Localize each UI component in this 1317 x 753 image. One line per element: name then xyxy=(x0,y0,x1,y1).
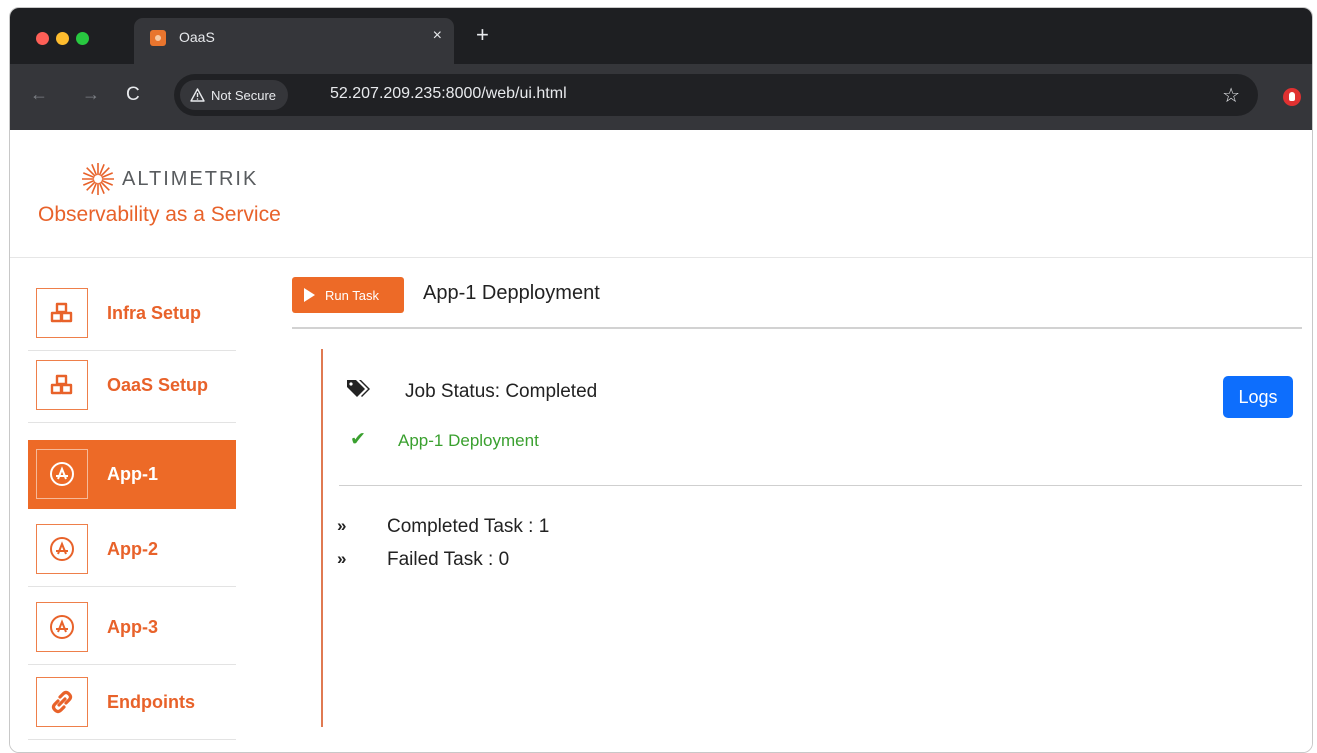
status-panel-border xyxy=(321,349,323,727)
sidebar-item-endpoints[interactable]: Endpoints xyxy=(28,668,236,740)
bookmark-star-icon[interactable]: ☆ xyxy=(1222,83,1240,108)
check-icon: ✔ xyxy=(350,429,366,450)
header-divider xyxy=(10,257,1312,258)
browser-tab[interactable]: OaaS × xyxy=(134,18,454,64)
address-bar[interactable]: Not Secure 52.207.209.235:8000/web/ui.ht… xyxy=(174,74,1258,116)
tab-strip: OaaS × + xyxy=(10,8,1312,64)
tab-close-button[interactable]: × xyxy=(433,27,442,45)
completed-task-count: Completed Task : 1 xyxy=(387,516,550,537)
tags-icon xyxy=(347,380,370,397)
app-store-icon xyxy=(36,602,88,652)
sidebar-item-label: App-3 xyxy=(107,617,158,637)
close-window-button[interactable] xyxy=(36,32,49,45)
security-label: Not Secure xyxy=(211,87,277,103)
run-task-label: Run Task xyxy=(325,287,379,303)
failed-task-count: Failed Task : 0 xyxy=(387,549,510,570)
cubes-icon xyxy=(36,288,88,338)
browser-toolbar: ← → C Not Secure 52.207.209.235:8000/web… xyxy=(10,64,1312,130)
app-store-icon xyxy=(36,449,88,499)
brand: ALTIMETRIK xyxy=(80,161,258,197)
sidebar-item-app-3[interactable]: App-3 xyxy=(28,593,236,665)
sidebar-item-label: OaaS Setup xyxy=(107,375,209,395)
double-chevron-right-icon: » xyxy=(337,516,347,535)
sidebar-item-oaas-setup[interactable]: OaaS Setup xyxy=(28,351,236,423)
page-content: ALTIMETRIK Observability as a Service In… xyxy=(10,130,1312,752)
job-status-text: Job Status: Completed xyxy=(405,381,598,402)
sidebar-item-label: Endpoints xyxy=(107,692,195,712)
minimize-window-button[interactable] xyxy=(56,32,69,45)
logs-button[interactable]: Logs xyxy=(1223,376,1293,418)
reload-button[interactable]: C xyxy=(126,84,140,106)
status-divider xyxy=(339,485,1302,486)
link-icon xyxy=(36,677,88,727)
browser-window: OaaS × + ← → C Not Secure 52.207.209.235… xyxy=(9,7,1313,753)
cubes-icon xyxy=(36,360,88,410)
double-chevron-right-icon: » xyxy=(337,549,347,568)
sidebar-item-app-1[interactable]: App-1 xyxy=(28,440,236,509)
tab-title: OaaS xyxy=(179,29,215,45)
forward-button[interactable]: → xyxy=(82,84,100,105)
favicon-icon xyxy=(150,30,166,46)
altimetrik-logo-icon xyxy=(82,163,114,195)
sidebar-item-label: App-2 xyxy=(107,539,158,559)
app-store-icon xyxy=(36,524,88,574)
run-task-button[interactable]: Run Task xyxy=(292,277,404,313)
sidebar-item-infra-setup[interactable]: Infra Setup xyxy=(28,279,236,351)
page-tagline: Observability as a Service xyxy=(38,203,281,226)
new-tab-button[interactable]: + xyxy=(476,22,489,48)
play-icon xyxy=(304,288,315,302)
warning-icon xyxy=(190,88,205,102)
completed-task-name: App-1 Deployment xyxy=(398,431,539,450)
maximize-window-button[interactable] xyxy=(76,32,89,45)
back-button[interactable]: ← xyxy=(30,84,48,105)
security-indicator[interactable]: Not Secure xyxy=(180,80,289,110)
url-text[interactable]: 52.207.209.235:8000/web/ui.html xyxy=(330,85,567,103)
page-title: App-1 Depployment xyxy=(423,282,600,304)
sidebar-item-label: Infra Setup xyxy=(107,303,202,323)
sidebar-item-app-2[interactable]: App-2 xyxy=(28,515,236,587)
brand-name: ALTIMETRIK xyxy=(122,167,259,190)
sidebar-item-label: App-1 xyxy=(107,464,158,484)
title-divider xyxy=(292,327,1302,329)
extension-icon[interactable] xyxy=(1283,88,1301,106)
